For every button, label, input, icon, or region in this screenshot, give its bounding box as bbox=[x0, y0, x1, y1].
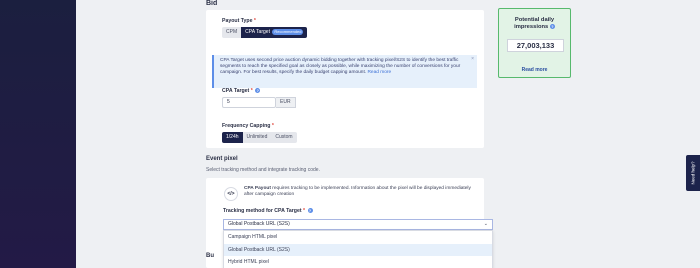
need-help-label: Need help? bbox=[690, 161, 696, 185]
payout-option-cpa-target[interactable]: CPA Target Recommended bbox=[241, 27, 308, 38]
frequency-capping-toggle: 1/24h Unlimited Custom bbox=[222, 132, 297, 143]
help-icon[interactable]: ? bbox=[307, 208, 313, 214]
left-navigation bbox=[0, 0, 76, 268]
impressions-value: 27,003,133 bbox=[507, 39, 564, 52]
cpa-target-label: CPA Target * ? bbox=[222, 88, 261, 94]
help-icon[interactable]: ? bbox=[549, 24, 555, 29]
main-form: Bid Payout Type * CPM CPA Target Recomme… bbox=[196, 0, 493, 268]
event-pixel-card: </> CPA Payout requires tracking to be i… bbox=[206, 178, 493, 268]
event-pixel-subtitle: Select tracking method and integrate tra… bbox=[206, 167, 320, 173]
payout-option-cpm[interactable]: CPM bbox=[222, 27, 242, 38]
currency-unit: EUR bbox=[276, 97, 296, 108]
close-icon[interactable]: × bbox=[471, 56, 474, 62]
code-icon: </> bbox=[224, 187, 238, 201]
info-read-more-link[interactable]: Read more bbox=[367, 70, 391, 75]
recommended-badge: Recommended bbox=[272, 28, 304, 35]
tracking-method-label: Tracking method for CPA Target * ? bbox=[223, 208, 313, 214]
frequency-option-custom[interactable]: Custom bbox=[271, 132, 297, 143]
help-icon[interactable]: ? bbox=[255, 88, 261, 94]
next-section-title: Bu bbox=[206, 253, 214, 259]
cpa-target-info: CPA Target uses second price auction dyn… bbox=[212, 55, 477, 88]
info-text: CPA Target uses second price auction dyn… bbox=[220, 58, 461, 76]
cpa-payout-text: CPA Payout requires tracking to be imple… bbox=[244, 186, 471, 198]
impressions-title: Potential daily impressions ? bbox=[514, 17, 555, 31]
cpa-target-input[interactable]: 5 bbox=[222, 97, 276, 108]
tracking-option-global-postback[interactable]: Global Postback URL (S2S) bbox=[224, 243, 492, 256]
tracking-option-hybrid-html[interactable]: Hybrid HTML pixel bbox=[224, 256, 492, 268]
bid-section-title: Bid bbox=[206, 0, 218, 7]
payout-type-toggle: CPM CPA Target Recommended bbox=[222, 27, 308, 38]
frequency-capping-label: Frequency Capping * bbox=[222, 123, 274, 129]
frequency-option-24h[interactable]: 1/24h bbox=[222, 132, 243, 143]
potential-impressions-card: Potential daily impressions ? 27,003,133… bbox=[498, 8, 571, 78]
payout-type-label: Payout Type * bbox=[222, 18, 256, 24]
tracking-method-select[interactable]: Global Postback URL (S2S) ⌄ bbox=[223, 219, 493, 230]
bid-card: Payout Type * CPM CPA Target Recommended… bbox=[206, 10, 484, 148]
need-help-button[interactable]: Need help? bbox=[686, 155, 700, 191]
frequency-option-unlimited[interactable]: Unlimited bbox=[242, 132, 272, 143]
tracking-method-dropdown: Campaign HTML pixel Global Postback URL … bbox=[223, 230, 493, 268]
event-pixel-section-title: Event pixel bbox=[206, 156, 238, 162]
impressions-read-more-link[interactable]: Read more bbox=[499, 67, 570, 73]
chevron-down-icon: ⌄ bbox=[483, 221, 488, 227]
tracking-option-campaign-html[interactable]: Campaign HTML pixel bbox=[224, 231, 492, 244]
